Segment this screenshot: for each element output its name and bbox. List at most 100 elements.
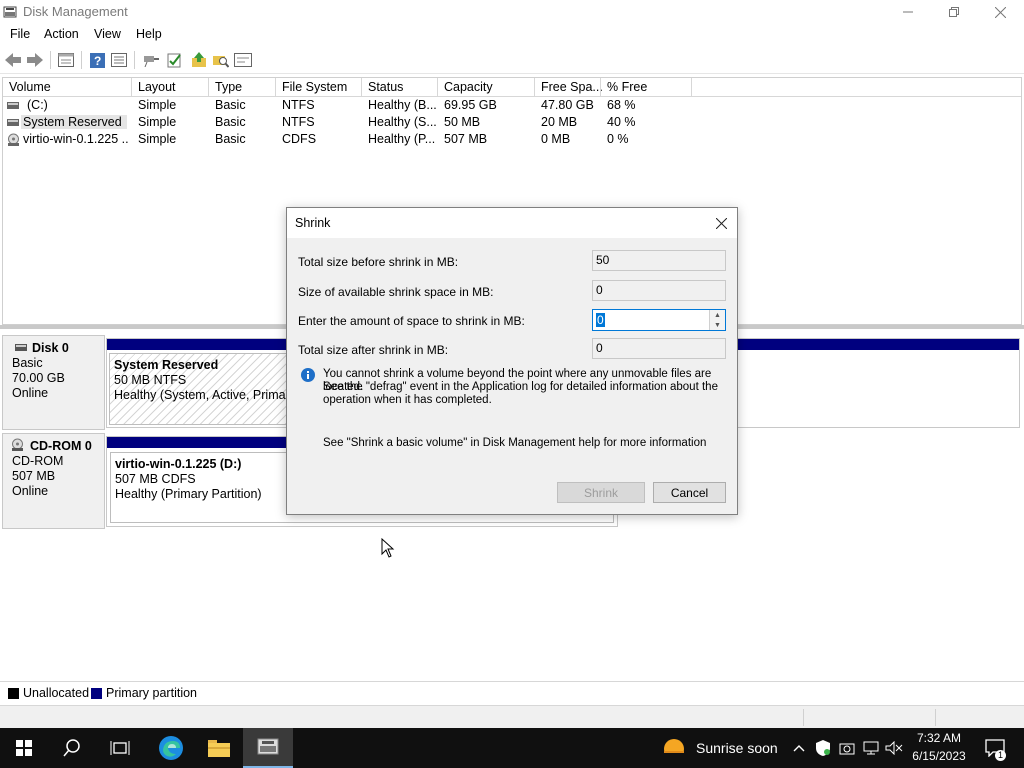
menu-help[interactable]: Help bbox=[136, 27, 162, 41]
disk-management-icon bbox=[257, 738, 279, 755]
clock-date[interactable]: 6/15/2023 bbox=[908, 749, 970, 763]
primary-partition-swatch bbox=[91, 688, 102, 699]
notifications-button[interactable]: 1 bbox=[980, 728, 1010, 768]
column-type[interactable]: Type bbox=[215, 80, 242, 94]
cd-drive-icon bbox=[12, 438, 23, 451]
total-before-label: Total size before shrink in MB: bbox=[298, 255, 459, 269]
show-hidden-icons-button[interactable] bbox=[790, 728, 808, 768]
restore-icon bbox=[949, 7, 959, 17]
clock-time[interactable]: 7:32 AM bbox=[908, 731, 970, 745]
volume-free-space: 0 MB bbox=[541, 132, 571, 146]
column-percent-free[interactable]: % Free bbox=[607, 80, 647, 94]
column-volume[interactable]: Volume bbox=[9, 80, 51, 94]
available-space-field: 0 bbox=[592, 280, 726, 301]
network-icon bbox=[863, 741, 879, 755]
search-icon bbox=[63, 739, 80, 757]
shrink-button[interactable]: Shrink bbox=[557, 482, 645, 503]
restore-button[interactable] bbox=[931, 0, 977, 24]
taskbar: Sunrise soon 7:32 AM 6/15/2023 1 bbox=[0, 728, 1024, 768]
search-button[interactable] bbox=[48, 728, 96, 768]
column-layout[interactable]: Layout bbox=[138, 80, 176, 94]
column-divider[interactable] bbox=[275, 78, 276, 97]
column-divider[interactable] bbox=[208, 78, 209, 97]
start-button[interactable] bbox=[0, 728, 48, 768]
forward-button[interactable] bbox=[26, 51, 44, 69]
back-button[interactable] bbox=[4, 51, 22, 69]
check-button[interactable] bbox=[166, 51, 184, 69]
shrink-amount-spinner[interactable]: ▲ ▼ bbox=[709, 310, 725, 330]
volume-layout: Simple bbox=[138, 98, 177, 112]
dialog-close-button[interactable] bbox=[711, 213, 731, 233]
shrink-amount-input[interactable]: 0 ▲ ▼ bbox=[592, 309, 726, 331]
drive-icon bbox=[7, 119, 19, 126]
volume-row[interactable]: System Reserved Simple Basic NTFS Health… bbox=[3, 114, 703, 131]
defender-tray-button[interactable] bbox=[814, 728, 832, 768]
connect-button[interactable] bbox=[142, 51, 160, 69]
edge-taskbar-button[interactable] bbox=[147, 728, 195, 768]
close-button[interactable] bbox=[977, 0, 1023, 24]
column-free-space[interactable]: Free Spa... bbox=[541, 80, 603, 94]
volume-status: Healthy (P... bbox=[368, 132, 436, 146]
column-divider[interactable] bbox=[534, 78, 535, 97]
partition-system-reserved[interactable]: System Reserved 50 MB NTFS Healthy (Syst… bbox=[109, 353, 296, 425]
disk-management-taskbar-button[interactable] bbox=[243, 728, 293, 768]
folder-up-icon bbox=[192, 52, 206, 67]
status-divider bbox=[935, 709, 936, 726]
column-divider[interactable] bbox=[361, 78, 362, 97]
minimize-button[interactable] bbox=[885, 0, 931, 24]
console-icon bbox=[234, 53, 252, 67]
volume-name: (C:) bbox=[27, 98, 48, 112]
menu-view[interactable]: View bbox=[94, 27, 121, 41]
weather-widget[interactable]: Sunrise soon bbox=[660, 728, 780, 768]
volume-free-space: 20 MB bbox=[541, 115, 578, 129]
list-view-button[interactable] bbox=[110, 51, 128, 69]
search-folder-button[interactable] bbox=[212, 51, 230, 69]
weather-text: Sunrise soon bbox=[696, 740, 778, 756]
camera-tray-button[interactable] bbox=[838, 728, 856, 768]
legend: Unallocated Primary partition bbox=[0, 681, 1024, 703]
volume-row[interactable]: (C:) Simple Basic NTFS Healthy (B... 69.… bbox=[3, 97, 703, 114]
network-tray-button[interactable] bbox=[862, 728, 880, 768]
column-divider[interactable] bbox=[437, 78, 438, 97]
file-explorer-taskbar-button[interactable] bbox=[195, 728, 243, 768]
cdrom-0-label[interactable]: CD-ROM 0 CD-ROM 507 MB Online bbox=[2, 433, 105, 529]
chevron-up-icon bbox=[793, 745, 805, 752]
column-divider[interactable] bbox=[600, 78, 601, 97]
partition-name: System Reserved bbox=[114, 358, 219, 372]
volume-tray-button[interactable] bbox=[884, 728, 904, 768]
disk-type: Basic bbox=[12, 356, 43, 370]
search-folder-icon bbox=[213, 56, 229, 68]
toolbar: ? bbox=[0, 46, 1024, 74]
disk-state: Online bbox=[12, 484, 49, 498]
disk-0-label[interactable]: Disk 0 Basic 70.00 GB Online bbox=[2, 335, 105, 430]
volume-name: virtio-win-0.1.225 ... bbox=[23, 132, 129, 146]
list-icon bbox=[111, 53, 127, 67]
column-file-system[interactable]: File System bbox=[282, 80, 347, 94]
spin-up-icon[interactable]: ▲ bbox=[710, 310, 725, 320]
close-icon bbox=[715, 217, 727, 229]
volume-file-system: NTFS bbox=[282, 98, 315, 112]
properties-button[interactable] bbox=[57, 51, 75, 69]
volume-type: Basic bbox=[215, 132, 246, 146]
column-status[interactable]: Status bbox=[368, 80, 403, 94]
edge-icon bbox=[159, 736, 183, 760]
shield-icon bbox=[816, 740, 830, 756]
camera-icon bbox=[839, 743, 855, 755]
task-view-button[interactable] bbox=[96, 728, 144, 768]
console-button[interactable] bbox=[234, 51, 252, 69]
menu-file[interactable]: File bbox=[10, 27, 30, 41]
column-capacity[interactable]: Capacity bbox=[444, 80, 493, 94]
menu-action[interactable]: Action bbox=[44, 27, 79, 41]
spin-down-icon[interactable]: ▼ bbox=[710, 320, 725, 330]
volume-layout: Simple bbox=[138, 132, 177, 146]
volume-row[interactable]: virtio-win-0.1.225 ... Simple Basic CDFS… bbox=[3, 131, 703, 148]
info-text-line-3: operation when it has completed. bbox=[323, 394, 492, 406]
shrink-amount-value: 0 bbox=[596, 313, 605, 327]
cancel-button[interactable]: Cancel bbox=[653, 482, 726, 503]
folder-up-button[interactable] bbox=[190, 51, 208, 69]
column-divider[interactable] bbox=[691, 78, 692, 97]
toolbar-separator bbox=[50, 51, 51, 69]
check-icon bbox=[167, 53, 181, 68]
column-divider[interactable] bbox=[131, 78, 132, 97]
help-button[interactable]: ? bbox=[88, 51, 106, 69]
